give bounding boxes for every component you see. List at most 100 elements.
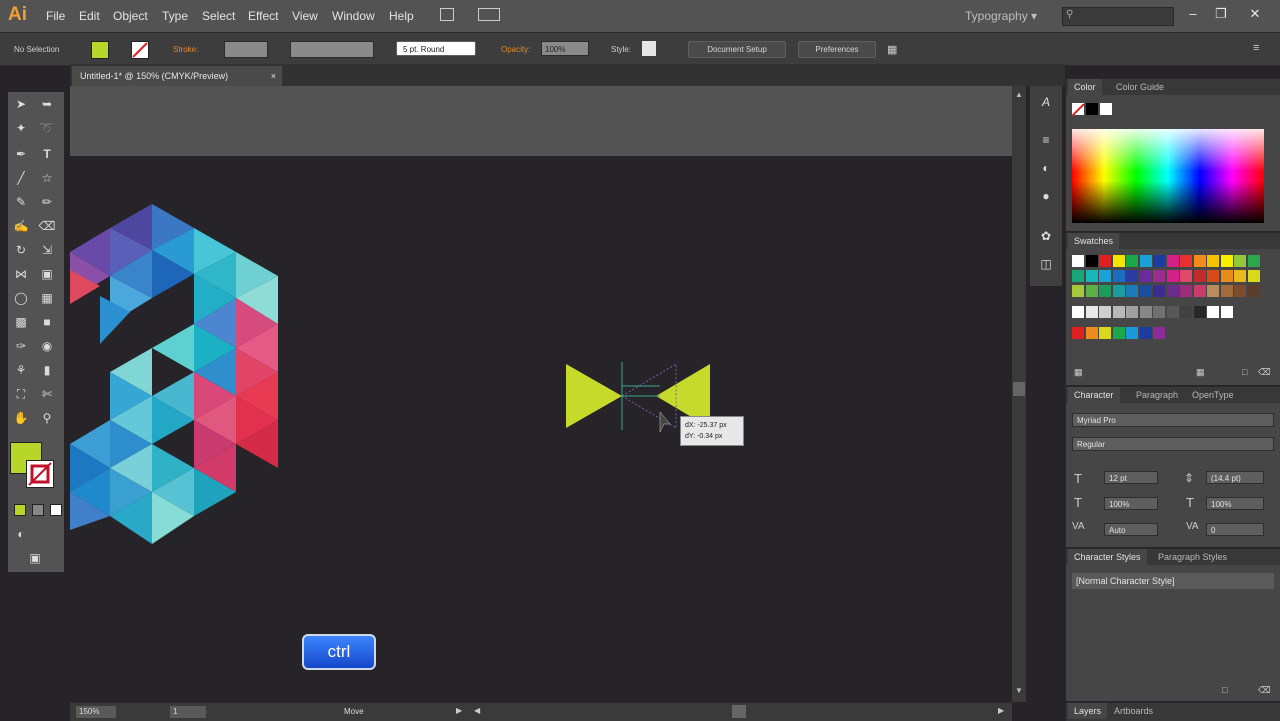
menu-window[interactable]: Window	[332, 9, 375, 23]
new-style-icon[interactable]: □	[1222, 685, 1227, 695]
horizontal-scroll-thumb[interactable]	[732, 705, 746, 718]
magic-wand-tool-icon[interactable]: ✦	[10, 118, 32, 138]
swatch[interactable]	[1072, 255, 1084, 267]
screen-mode-icon[interactable]: ▣	[24, 548, 46, 568]
line-tool-icon[interactable]: ╱	[10, 168, 32, 188]
swatch[interactable]	[1234, 285, 1246, 297]
paintbrush-tool-icon[interactable]: ✎	[10, 192, 32, 212]
swatch[interactable]	[1234, 270, 1246, 282]
swatch[interactable]	[1166, 270, 1179, 282]
brush-definition[interactable]: 5 pt. Round	[396, 41, 476, 56]
swatch[interactable]	[1166, 255, 1179, 267]
tab-layers[interactable]: Layers	[1068, 703, 1108, 719]
scroll-down-icon[interactable]: ▼	[1015, 686, 1023, 695]
pen-tool-icon[interactable]: ✒	[10, 144, 32, 164]
menu-type[interactable]: Type	[162, 9, 188, 23]
swatch[interactable]	[1153, 327, 1165, 339]
color-mode-button[interactable]	[14, 504, 26, 516]
close-document-icon[interactable]: ×	[271, 66, 276, 86]
tab-character-styles[interactable]: Character Styles	[1068, 549, 1147, 565]
swatch[interactable]	[1220, 285, 1233, 297]
tab-opentype[interactable]: OpenType	[1186, 387, 1240, 403]
tab-character[interactable]: Character	[1068, 387, 1120, 403]
swatch[interactable]	[1139, 306, 1152, 318]
swatch[interactable]	[1139, 270, 1152, 282]
swatch[interactable]	[1085, 285, 1098, 297]
swatch[interactable]	[1220, 270, 1233, 282]
slice-tool-icon[interactable]: ✄	[36, 384, 58, 404]
tab-paragraph[interactable]: Paragraph	[1130, 387, 1184, 403]
zoom-field[interactable]: 150%	[76, 706, 116, 718]
swatch[interactable]	[1112, 327, 1125, 339]
lasso-tool-icon[interactable]: ➰	[36, 118, 58, 138]
menu-effect[interactable]: Effect	[248, 9, 278, 23]
opacity-label[interactable]: Opacity:	[501, 45, 530, 54]
color-spectrum[interactable]	[1072, 129, 1264, 223]
scroll-left-icon[interactable]: ◀	[474, 706, 480, 715]
stroke-weight-field[interactable]	[224, 41, 268, 58]
graphic-style-swatch[interactable]	[642, 41, 656, 56]
swatch[interactable]	[1180, 285, 1192, 297]
font-style-select[interactable]: Regular	[1072, 437, 1274, 451]
swatch[interactable]	[1166, 306, 1179, 318]
swatch[interactable]	[1126, 270, 1138, 282]
tab-swatches[interactable]: Swatches	[1068, 233, 1120, 249]
leading-field[interactable]: (14.4 pt)	[1206, 471, 1264, 484]
swatch[interactable]	[1126, 327, 1138, 339]
type-tool-icon[interactable]: T	[36, 144, 58, 164]
tab-artboards[interactable]: Artboards	[1108, 703, 1159, 719]
swatch[interactable]	[1072, 285, 1084, 297]
delete-swatch-icon[interactable]: ⌫	[1258, 367, 1271, 378]
perspective-grid-tool-icon[interactable]: ▦	[36, 288, 58, 308]
scale-tool-icon[interactable]: ⇲	[36, 240, 58, 260]
restore-button[interactable]: ❐	[1210, 4, 1232, 24]
gradient-mode-button[interactable]	[32, 504, 44, 516]
none-mode-button[interactable]	[50, 504, 62, 516]
new-color-group-icon[interactable]: ▦	[1196, 367, 1205, 378]
swatch[interactable]	[1207, 306, 1219, 318]
black-swatch[interactable]	[1086, 103, 1098, 115]
direct-selection-tool-icon[interactable]: ➥	[36, 94, 58, 114]
scroll-thumb[interactable]	[1013, 382, 1025, 396]
menu-view[interactable]: View	[292, 9, 318, 23]
rotate-tool-icon[interactable]: ↻	[10, 240, 32, 260]
swatch[interactable]	[1220, 255, 1233, 267]
swatch[interactable]	[1126, 306, 1138, 318]
paragraph-panel-icon[interactable]: ≡	[1035, 130, 1057, 150]
tracking-field[interactable]: 0	[1206, 523, 1264, 536]
none-swatch-icon[interactable]	[1071, 103, 1085, 117]
swatch[interactable]	[1153, 306, 1165, 318]
symbol-sprayer-tool-icon[interactable]: ⚘	[10, 360, 32, 380]
align-options-icon[interactable]: ▦	[887, 43, 897, 56]
eraser-tool-icon[interactable]: ⌫	[36, 216, 58, 236]
tab-color-guide[interactable]: Color Guide	[1110, 79, 1170, 95]
swatch[interactable]	[1139, 327, 1152, 339]
list-item[interactable]: [Normal Character Style]	[1072, 573, 1274, 589]
symbols-panel-icon[interactable]: ✿	[1035, 226, 1057, 246]
appearance-panel-icon[interactable]: ●	[1035, 186, 1057, 206]
vertical-scale-field[interactable]: 100%	[1104, 497, 1158, 510]
swatch[interactable]	[1193, 285, 1206, 297]
kerning-field[interactable]: Auto	[1104, 523, 1158, 536]
stroke-color-box[interactable]	[26, 460, 54, 488]
left-triangle[interactable]	[566, 364, 622, 428]
swatch[interactable]	[1247, 255, 1260, 267]
transparency-panel-icon[interactable]: ◐	[1035, 158, 1057, 178]
shape-builder-tool-icon[interactable]: ◯	[10, 288, 32, 308]
swatch[interactable]	[1139, 255, 1152, 267]
swatch[interactable]	[1112, 285, 1125, 297]
swatch[interactable]	[1153, 285, 1165, 297]
swatch[interactable]	[1207, 270, 1219, 282]
bridge-icon[interactable]	[440, 8, 454, 21]
swatch[interactable]	[1180, 270, 1192, 282]
blend-tool-icon[interactable]: ◉	[36, 336, 58, 356]
swatch[interactable]	[1126, 255, 1138, 267]
swatch[interactable]	[1153, 270, 1165, 282]
swatch[interactable]	[1099, 327, 1111, 339]
scroll-right-icon[interactable]: ▶	[998, 706, 1004, 715]
gradient-tool-icon[interactable]: ■	[36, 312, 58, 332]
font-size-field[interactable]: 12 pt	[1104, 471, 1158, 484]
swatch[interactable]	[1085, 255, 1098, 267]
close-window-button[interactable]: ✕	[1244, 4, 1266, 24]
variable-width-profile[interactable]	[290, 41, 374, 58]
